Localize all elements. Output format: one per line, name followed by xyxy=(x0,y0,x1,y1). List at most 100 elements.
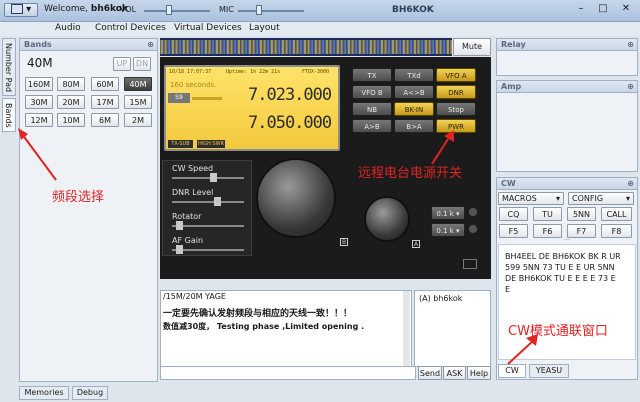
cw-f5-button[interactable]: F5 xyxy=(499,224,528,238)
band-6m-button[interactable]: 6M xyxy=(91,113,119,127)
rig-txd-button[interactable]: TXd xyxy=(394,68,434,82)
vfo-b-frequency: 7.050.000 xyxy=(248,113,332,133)
side-tab-bands[interactable]: Bands xyxy=(2,98,16,132)
step2-select[interactable]: 0.1 k ▾ xyxy=(431,223,465,237)
band-40m-button[interactable]: 40M xyxy=(124,77,152,91)
user-list-item[interactable]: (A) bh6kok xyxy=(419,294,462,303)
cw-speed-label: CW Speed xyxy=(172,164,214,173)
menu-control-devices[interactable]: Control Devices xyxy=(95,23,166,33)
send-button[interactable]: Send xyxy=(418,366,442,380)
tab-memories[interactable]: Memories xyxy=(19,386,69,400)
cw-tu-button[interactable]: TU xyxy=(533,207,562,221)
cw-tab[interactable]: CW xyxy=(498,364,526,378)
step2-knob[interactable] xyxy=(468,224,478,234)
step1-select[interactable]: 0.1 k ▾ xyxy=(431,206,465,220)
annotation-power: 远程电台电源开关 xyxy=(358,166,463,181)
band-15m-button[interactable]: 15M xyxy=(124,95,152,109)
macros-select[interactable]: MACROS ▾ xyxy=(498,192,564,205)
menu-layout[interactable]: Layout xyxy=(249,23,280,33)
close-icon[interactable]: ✕ xyxy=(616,2,636,16)
band-17m-button[interactable]: 17M xyxy=(91,95,119,109)
menu-virtual-devices[interactable]: Virtual Devices xyxy=(174,23,242,33)
dnr-level-label: DNR Level xyxy=(172,188,214,197)
menu-audio[interactable]: Audio xyxy=(55,23,81,33)
maximize-icon[interactable]: □ xyxy=(594,2,612,16)
splitter-handle[interactable]: ··· xyxy=(560,238,574,244)
band-10m-button[interactable]: 10M xyxy=(57,113,85,127)
rig-stop-button[interactable]: Stop xyxy=(436,102,476,116)
rig-bk-in-button[interactable]: BK-IN xyxy=(394,102,434,116)
amp-pin-icon[interactable]: ⊕ xyxy=(627,81,634,93)
band-160m-button[interactable]: 160M xyxy=(25,77,53,91)
chat-scrollbar[interactable] xyxy=(403,291,410,366)
bands-header-label: Bands xyxy=(24,40,52,49)
vol-slider[interactable] xyxy=(144,10,210,12)
dnr-level-slider[interactable] xyxy=(172,201,244,203)
band-2m-button[interactable]: 2M xyxy=(124,113,152,127)
cw-cq-button[interactable]: CQ xyxy=(499,207,528,221)
rig-swap-button[interactable]: A<>B xyxy=(394,85,434,99)
rig-vfo-a-button[interactable]: VFO A xyxy=(436,68,476,82)
band-up-button[interactable]: UP xyxy=(113,57,131,71)
lcd-s-meter: S9 xyxy=(168,93,190,103)
band-down-button[interactable]: DN xyxy=(133,57,151,71)
band-60m-button[interactable]: 60M xyxy=(91,77,119,91)
band-12m-button[interactable]: 12M xyxy=(25,113,53,127)
cw-speed-slider[interactable] xyxy=(172,177,244,179)
rig-tx-button[interactable]: TX xyxy=(352,68,392,82)
relay-pin-icon[interactable]: ⊕ xyxy=(627,39,634,51)
amp-panel xyxy=(496,80,638,172)
rig-dnr-button[interactable]: DNR xyxy=(436,85,476,99)
pin-icon[interactable]: ⊕ xyxy=(147,39,154,51)
lcd-model: FTDX-3000 xyxy=(302,69,330,75)
vol-slider-thumb[interactable] xyxy=(166,5,172,15)
rig-a-to-b-button[interactable]: A>B xyxy=(352,119,392,133)
rig-lcd: 10/18 17:07:37 Uptime: 1h 22m 21s FTDX-3… xyxy=(164,65,340,151)
dnr-level-thumb[interactable] xyxy=(214,197,221,206)
af-gain-label: AF Gain xyxy=(172,236,204,245)
rotator-thumb[interactable] xyxy=(176,221,183,230)
cw-call-button[interactable]: CALL xyxy=(601,207,632,221)
band-20m-button[interactable]: 20M xyxy=(57,95,85,109)
step1-knob[interactable] xyxy=(468,207,478,217)
ask-button[interactable]: ASK xyxy=(443,366,466,380)
band-30m-button[interactable]: 30M xyxy=(25,95,53,109)
annotation-arrow-power xyxy=(431,130,454,165)
cw-pin-icon[interactable]: ⊕ xyxy=(627,178,634,190)
main-tuning-knob[interactable] xyxy=(256,158,336,238)
config-chevron-icon: ▾ xyxy=(625,194,630,203)
mic-slider[interactable] xyxy=(238,10,304,12)
config-select[interactable]: CONFIG ▾ xyxy=(568,192,634,205)
cw-speed-thumb[interactable] xyxy=(210,173,217,182)
side-tab-number-pad[interactable]: Number Pad xyxy=(2,38,16,96)
cw-header: CW ⊕ xyxy=(496,177,638,190)
lcd-seconds: 160 seconds. xyxy=(170,81,217,89)
tab-debug[interactable]: Debug xyxy=(72,386,108,400)
mute-button[interactable]: Mute xyxy=(453,38,491,56)
waterfall-display[interactable] xyxy=(160,38,452,56)
waterfall-signal-stripes xyxy=(160,40,452,54)
cw-5nn-button[interactable]: 5NN xyxy=(567,207,596,221)
sub-tuning-knob[interactable] xyxy=(364,196,410,242)
rig-vfo-b-button[interactable]: VFO B xyxy=(352,85,392,99)
minimize-icon[interactable]: – xyxy=(572,2,590,16)
rig-nb-button[interactable]: NB xyxy=(352,102,392,116)
menu-bar: Audio Control Devices Virtual Devices La… xyxy=(0,22,640,36)
band-80m-button[interactable]: 80M xyxy=(57,77,85,91)
chat-log: /15M/20M YAGE 一定要先确认发射频段与相应的天线一致！！！ 数值减3… xyxy=(160,290,412,367)
user-list: (A) bh6kok xyxy=(414,290,491,367)
annotation-cw: CW模式通联窗口 xyxy=(508,324,608,339)
chat-line-2: 一定要先确认发射频段与相应的天线一致！！！ xyxy=(163,309,353,319)
app-menu-button[interactable]: ▾ xyxy=(4,3,38,17)
cw-f7-button[interactable]: F7 xyxy=(567,224,596,238)
yeasu-tab[interactable]: YEASU xyxy=(529,364,569,378)
chat-input[interactable] xyxy=(160,366,416,380)
sub-knob-marker: A xyxy=(412,240,420,248)
cw-f6-button[interactable]: F6 xyxy=(533,224,562,238)
af-gain-thumb[interactable] xyxy=(176,245,183,254)
cw-text: BH4EEL DE BH6KOK BK R UR 599 5NN 73 TU E… xyxy=(505,252,621,294)
help-button[interactable]: Help xyxy=(467,366,491,380)
cw-f8-button[interactable]: F8 xyxy=(601,224,632,238)
side-tab-number-pad-label: Number Pad xyxy=(4,43,13,93)
mic-slider-thumb[interactable] xyxy=(256,5,262,15)
